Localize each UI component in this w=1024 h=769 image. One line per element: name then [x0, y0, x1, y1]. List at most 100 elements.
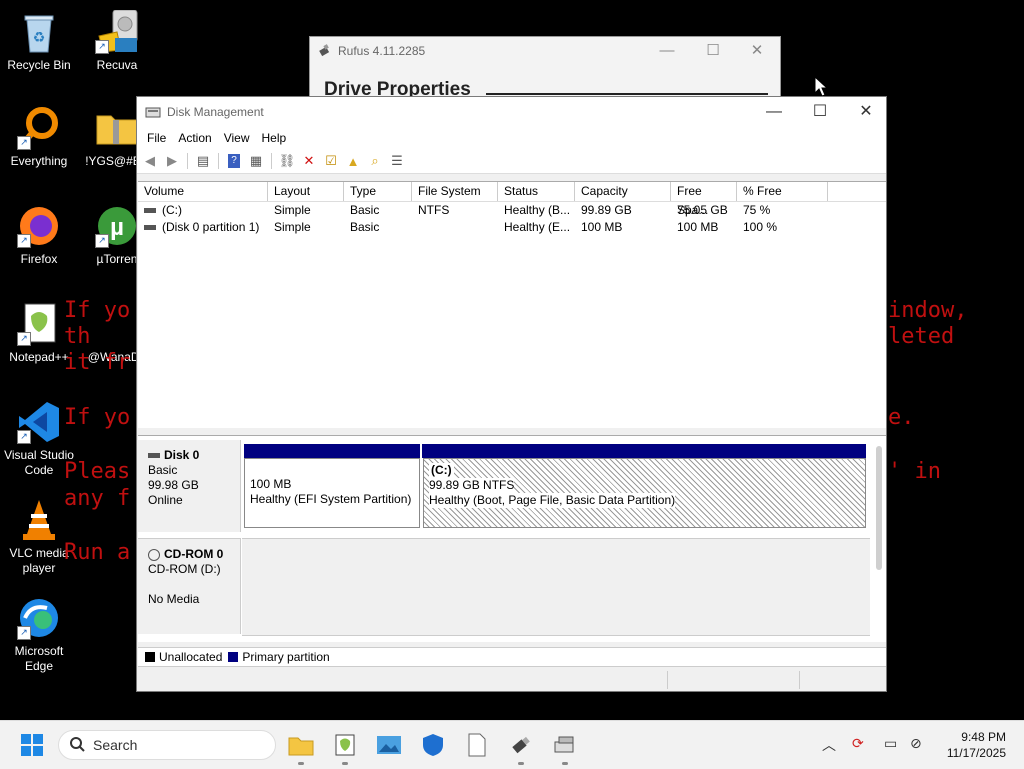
- maximize-button[interactable]: ☐: [797, 101, 843, 123]
- ransom-text-line: any f: [64, 486, 131, 511]
- console-tree-icon[interactable]: ▤: [194, 152, 212, 170]
- windows-logo-icon: [21, 734, 43, 756]
- menu-file[interactable]: File: [141, 131, 172, 145]
- column-percent-free[interactable]: % Free: [737, 182, 828, 201]
- network-off-icon[interactable]: ⊘: [910, 735, 922, 752]
- notepad-plus-plus-icon: ↗: [17, 302, 61, 346]
- volume-name: (Disk 0 partition 1): [162, 220, 260, 234]
- cdrom-empty-area[interactable]: [242, 538, 870, 636]
- taskbar-security[interactable]: [419, 731, 447, 759]
- partition-size: 100 MB: [250, 477, 292, 491]
- disk-0-label[interactable]: Disk 0 Basic 99.98 GB Online: [138, 440, 241, 532]
- volume-drive-icon: [144, 208, 156, 214]
- taskbar-photos[interactable]: [375, 731, 403, 759]
- partition-bar-c: [422, 444, 866, 458]
- disk-management-titlebar[interactable]: Disk Management — ☐ ✕: [137, 97, 886, 127]
- menu-view[interactable]: View: [218, 131, 256, 145]
- column-status[interactable]: Status: [498, 182, 575, 201]
- ransom-text-line: ' in: [888, 459, 941, 484]
- desktop-icon-recycle-bin[interactable]: ♻ Recycle Bin: [0, 10, 78, 73]
- cdrom-icon: [148, 548, 160, 561]
- taskbar-notepadpp[interactable]: [331, 731, 359, 765]
- close-button[interactable]: ✕: [843, 101, 889, 123]
- type-cell: Basic: [350, 220, 380, 234]
- help-icon[interactable]: ?: [225, 152, 243, 170]
- toolbar: ◀ ▶ ▤ ? ▦ ⛓ ✕ ☑ ▲ ⌕ ☰: [137, 149, 886, 174]
- vscode-icon: ↗: [17, 400, 61, 444]
- clock-date: 11/17/2025: [946, 746, 1006, 760]
- table-row[interactable]: (Disk 0 partition 1) Simple Basic Health…: [138, 219, 886, 236]
- menu-action[interactable]: Action: [172, 131, 217, 145]
- delete-icon[interactable]: ✕: [300, 152, 318, 170]
- disk-status: No Media: [148, 592, 200, 606]
- capacity-cell: 99.89 GB: [581, 203, 632, 217]
- document-icon: [468, 733, 486, 757]
- taskbar-file-explorer[interactable]: [287, 731, 315, 765]
- maximize-button[interactable]: ☐: [690, 41, 736, 61]
- heading-divider: [486, 93, 768, 95]
- desktop-icon-edge[interactable]: ↗ Microsoft Edge: [0, 596, 78, 674]
- table-row[interactable]: (C:) Simple Basic NTFS Healthy (B... 99.…: [138, 202, 886, 219]
- shortcut-arrow-icon: ↗: [17, 430, 31, 444]
- shortcut-arrow-icon: ↗: [95, 234, 109, 248]
- search-folder-icon[interactable]: ⌕: [366, 152, 384, 170]
- taskbar-notepad[interactable]: [463, 731, 491, 759]
- disk-icon: [148, 453, 160, 459]
- mouse-cursor-icon: [814, 76, 828, 97]
- column-file-system[interactable]: File System: [412, 182, 498, 201]
- clock-time: 9:48 PM: [961, 730, 1006, 744]
- close-button[interactable]: ✕: [734, 41, 780, 61]
- toolbar-separator: [271, 153, 272, 169]
- ransom-text-line: th: [64, 324, 91, 349]
- connect-icon[interactable]: ⛓: [278, 152, 296, 170]
- column-free-space[interactable]: Free Spa...: [671, 182, 737, 217]
- ransom-text-line: Run a: [64, 540, 131, 565]
- desktop-icon-label: Microsoft Edge: [14, 644, 64, 673]
- ransom-text-line: leted: [888, 324, 955, 349]
- legend-label: Primary partition: [242, 650, 330, 664]
- start-button[interactable]: [18, 731, 46, 759]
- partition-bar-efi: [244, 444, 420, 458]
- volume-cell: (C:): [138, 202, 268, 219]
- cdrom-0-label[interactable]: CD-ROM 0 CD-ROM (D:) No Media: [138, 538, 241, 634]
- taskbar-disk-management[interactable]: [551, 731, 579, 765]
- desktop-icon-everything[interactable]: ↗ Everything: [0, 106, 78, 169]
- svg-text:µ: µ: [110, 214, 124, 241]
- refresh-icon[interactable]: ⟳: [852, 735, 864, 752]
- taskbar-search[interactable]: Search: [58, 730, 276, 760]
- disk-size: 99.98 GB: [148, 478, 199, 492]
- chevron-up-icon[interactable]: ︿: [822, 735, 836, 755]
- file-system-cell: [412, 219, 498, 236]
- partition-efi[interactable]: 100 MB Healthy (EFI System Partition): [244, 458, 420, 528]
- back-arrow-icon[interactable]: ◀: [141, 152, 159, 170]
- column-capacity[interactable]: Capacity: [575, 182, 671, 201]
- rufus-window[interactable]: Rufus 4.11.2285 — ☐ ✕ Drive Properties: [309, 36, 781, 100]
- vertical-scrollbar[interactable]: [876, 446, 882, 570]
- system-clock[interactable]: 9:48 PM 11/17/2025: [947, 729, 1006, 761]
- partition-c-drive[interactable]: (C:) 99.89 GB NTFS Healthy (Boot, Page F…: [423, 458, 866, 528]
- window-title: Disk Management: [167, 105, 264, 119]
- desktop-icon-firefox[interactable]: ↗ Firefox: [0, 204, 78, 267]
- legend-label: Unallocated: [159, 650, 223, 664]
- taskbar-rufus[interactable]: [507, 731, 535, 765]
- desktop-icon-label: Firefox: [20, 252, 58, 266]
- column-volume[interactable]: Volume: [138, 182, 268, 201]
- minimize-button[interactable]: —: [644, 41, 690, 61]
- desktop-icon-label: Everything: [10, 154, 68, 168]
- forward-arrow-icon[interactable]: ▶: [163, 152, 181, 170]
- capacity-cell: 100 MB: [581, 220, 623, 234]
- rufus-title: Rufus 4.11.2285: [338, 44, 426, 58]
- folder-up-icon[interactable]: ▲: [344, 152, 362, 170]
- settings-panel-icon[interactable]: ☰: [388, 152, 406, 170]
- column-layout[interactable]: Layout: [268, 182, 344, 201]
- check-icon[interactable]: ☑: [322, 152, 340, 170]
- menu-help[interactable]: Help: [256, 131, 293, 145]
- column-type[interactable]: Type: [344, 182, 412, 201]
- properties-icon[interactable]: ▦: [247, 152, 265, 170]
- desktop-icon-recuva[interactable]: ↗ Recuva: [78, 9, 156, 73]
- status-bar: [137, 669, 886, 691]
- display-icon[interactable]: ▭: [884, 735, 897, 752]
- minimize-button[interactable]: —: [751, 101, 797, 123]
- legend-swatch-unallocated: [145, 652, 155, 662]
- disk-management-window[interactable]: Disk Management — ☐ ✕ File Action View H…: [136, 96, 887, 692]
